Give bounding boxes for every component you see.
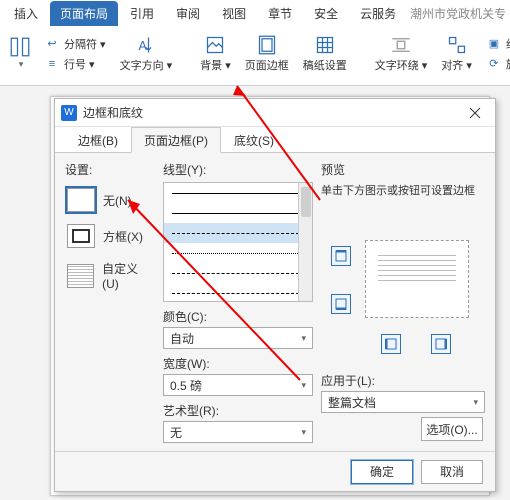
page-border-label: 页面边框 [245, 57, 289, 73]
page-break-icon: ↩ [44, 36, 60, 52]
align-label: 对齐 ▾ [441, 57, 472, 73]
preview-box [321, 204, 485, 354]
art-combo[interactable]: 无 ▾ [163, 421, 313, 443]
text-direction-icon: A [136, 35, 156, 55]
page-border-button[interactable]: 页面边框 [241, 33, 293, 75]
grid-settings-icon [315, 35, 335, 55]
page-break-label: 分隔符 ▾ [64, 36, 106, 52]
dialog-title: 边框和底纹 [83, 104, 143, 121]
group-button[interactable]: ▣ 组合 ▾ [482, 36, 510, 52]
applied-to-value: 整篇文档 [328, 394, 376, 411]
background-icon [205, 35, 225, 55]
edge-right-button[interactable] [431, 334, 451, 354]
tab-security[interactable]: 安全 [304, 1, 348, 26]
ok-button[interactable]: 确定 [351, 460, 413, 484]
options-button[interactable]: 选项(O)... [421, 417, 483, 441]
tab-cloud[interactable]: 云服务 [350, 1, 406, 26]
linetype-label: 线型(Y): [163, 161, 313, 182]
dialog-tabs: 边框(B) 页面边框(P) 底纹(S) [55, 127, 495, 153]
text-wrap-button[interactable]: 文字环绕 ▾ [371, 33, 432, 75]
line-number-icon: ≡ [44, 56, 60, 72]
color-label: 颜色(C): [163, 308, 313, 325]
tab-page-border[interactable]: 页面边框(P) [131, 127, 221, 153]
group-icon: ▣ [486, 36, 502, 52]
tab-shading[interactable]: 底纹(S) [221, 127, 287, 152]
header-right-text: 潮州市党政机关专 [410, 5, 506, 22]
settings-label: 设置: [65, 161, 155, 182]
art-label: 艺术型(R): [163, 402, 313, 419]
svg-text:A: A [138, 39, 147, 53]
close-button[interactable] [461, 102, 489, 124]
chevron-down-icon: ▾ [301, 427, 306, 438]
edge-left-button[interactable] [381, 334, 401, 354]
tab-border[interactable]: 边框(B) [65, 127, 131, 152]
line-number-label: 行号 ▾ [64, 56, 95, 72]
setting-box-label: 方框(X) [103, 228, 143, 245]
line-number-button[interactable]: ≡行号 ▾ [40, 56, 110, 72]
applied-to-combo[interactable]: 整篇文档 ▾ [321, 391, 485, 413]
tab-chapter[interactable]: 章节 [258, 1, 302, 26]
width-label: 宽度(W): [163, 355, 313, 372]
group-label: 组合 ▾ [506, 36, 510, 52]
tab-references[interactable]: 引用 [120, 1, 164, 26]
edge-bottom-button[interactable] [331, 294, 351, 314]
setting-none[interactable]: 无(N) [65, 182, 155, 218]
columns-icon [10, 37, 30, 57]
setting-box-thumb [67, 224, 95, 248]
cancel-button[interactable]: 取消 [421, 460, 483, 484]
preview-label: 预览 [321, 161, 485, 182]
background-button[interactable]: 背景 ▾ [196, 33, 235, 75]
chevron-down-icon: ▾ [473, 397, 478, 408]
width-combo[interactable]: 0.5 磅 ▾ [163, 374, 313, 396]
edge-top-button[interactable] [331, 246, 351, 266]
linetype-list[interactable] [163, 182, 313, 302]
rotate-icon: ⟳ [486, 56, 502, 72]
text-wrap-label: 文字环绕 ▾ [375, 57, 428, 73]
applied-to-label: 应用于(L): [321, 372, 485, 389]
setting-custom[interactable]: 自定义(U) [65, 254, 155, 297]
page-break-button[interactable]: ↩分隔符 ▾ [40, 36, 110, 52]
text-wrap-icon [391, 35, 411, 55]
ribbon: ▾ ↩分隔符 ▾ ≡行号 ▾ A 文字方向 ▾ 背景 ▾ 页面边框 稿纸设置 文… [0, 26, 510, 86]
tab-review[interactable]: 审阅 [166, 1, 210, 26]
background-label: 背景 ▾ [200, 57, 231, 73]
tab-page-layout[interactable]: 页面布局 [50, 1, 118, 26]
color-value: 自动 [170, 330, 194, 347]
chevron-down-icon: ▾ [301, 380, 306, 391]
setting-none-thumb [67, 188, 95, 212]
setting-box[interactable]: 方框(X) [65, 218, 155, 254]
color-combo[interactable]: 自动 ▾ [163, 327, 313, 349]
tab-insert[interactable]: 插入 [4, 1, 48, 26]
linetype-scrollbar[interactable] [298, 183, 312, 301]
grid-settings-label: 稿纸设置 [303, 57, 347, 73]
border-shading-dialog: W 边框和底纹 边框(B) 页面边框(P) 底纹(S) 设置: 无(N) 方框(… [54, 98, 496, 492]
page-border-icon [257, 35, 277, 55]
setting-custom-label: 自定义(U) [102, 260, 153, 291]
align-icon [447, 35, 467, 55]
chevron-down-icon: ▾ [19, 59, 24, 70]
chevron-down-icon: ▾ [301, 333, 306, 344]
text-direction-label: 文字方向 ▾ [120, 57, 173, 73]
columns-button[interactable]: ▾ [6, 35, 34, 72]
tab-view[interactable]: 视图 [212, 1, 256, 26]
preview-page[interactable] [365, 240, 469, 318]
dialog-footer: 确定 取消 [55, 451, 495, 491]
dialog-title-bar: W 边框和底纹 [55, 99, 495, 127]
text-direction-button[interactable]: A 文字方向 ▾ [116, 33, 177, 75]
rotate-button[interactable]: ⟳ 旋转 ▾ [482, 56, 510, 72]
app-logo-icon: W [61, 105, 77, 121]
art-value: 无 [170, 424, 182, 441]
align-button[interactable]: 对齐 ▾ [437, 33, 476, 75]
width-value: 0.5 磅 [170, 377, 202, 394]
preview-hint: 单击下方图示或按钮可设置边框 [321, 182, 485, 198]
rotate-label: 旋转 ▾ [506, 56, 510, 72]
grid-settings-button[interactable]: 稿纸设置 [299, 33, 351, 75]
setting-none-label: 无(N) [103, 192, 132, 209]
setting-custom-thumb [67, 264, 94, 288]
ribbon-tabs: 插入 页面布局 引用 审阅 视图 章节 安全 云服务 潮州市党政机关专 [0, 0, 510, 26]
